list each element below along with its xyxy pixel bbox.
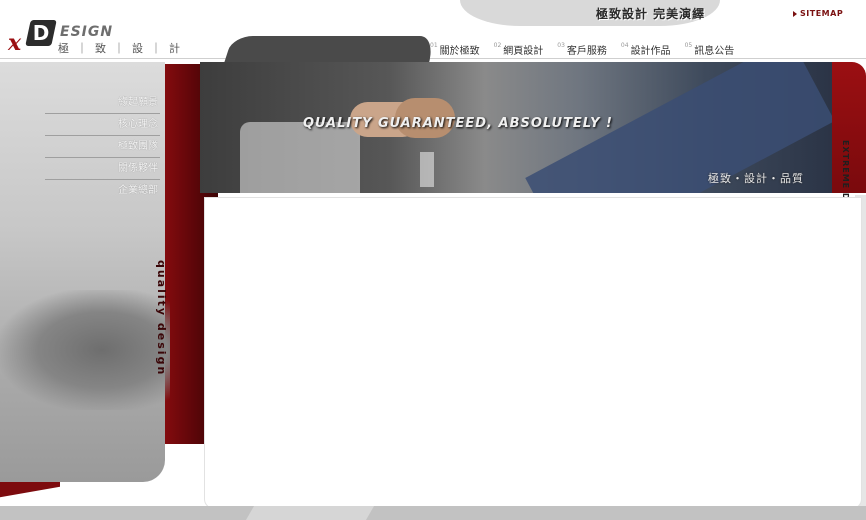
sidebar-item-headquarters[interactable]: 企業總部 — [45, 180, 160, 201]
logo-d: D — [32, 21, 50, 45]
nav-item-label: 設計作品 — [630, 46, 671, 57]
arrow-right-icon — [793, 10, 797, 17]
header-slogan: 極致設計 完美演繹 — [596, 7, 706, 21]
logo-x: x — [8, 30, 22, 56]
nav-item-news[interactable]: 05訊息公告 — [685, 42, 735, 57]
main-nav: 01關於極致 02網頁設計 03客戶服務 04設計作品 05訊息公告 — [430, 42, 734, 57]
brush-decoration — [0, 290, 170, 410]
banner-photo-shape — [240, 122, 360, 193]
logo-mark: D — [25, 20, 57, 46]
nav-item-num: 02 — [493, 42, 502, 49]
logo-subtitle: 極 ｜ 致 ｜ 設 ｜ 計 — [58, 42, 182, 55]
sidebar-menu: 緣起願景 核心理念 極致團隊 關係夥伴 企業總部 — [45, 92, 160, 201]
nav-item-label: 訊息公告 — [694, 46, 735, 57]
footer-swoosh — [245, 506, 375, 520]
nav-item-label: 客戶服務 — [566, 46, 607, 57]
nav-item-num: 01 — [430, 42, 438, 49]
nav-item-service[interactable]: 03客戶服務 — [557, 42, 607, 57]
nav-item-web-design[interactable]: 02網頁設計 — [494, 42, 544, 57]
nav-item-label: 關於極致 — [439, 46, 480, 57]
logo-wordmark: ESIGN — [60, 24, 114, 40]
sidebar-item-team[interactable]: 極致團隊 — [45, 136, 160, 158]
nav-item-works[interactable]: 04設計作品 — [621, 42, 671, 57]
sidebar-item-partners[interactable]: 關係夥伴 — [45, 158, 160, 180]
main-content — [204, 197, 862, 509]
nav-item-num: 04 — [620, 42, 629, 49]
footer-bar — [0, 506, 866, 520]
banner-tagline: QUALITY GUARANTEED, ABSOLUTELY ! — [303, 116, 613, 131]
nav-item-label: 網頁設計 — [503, 46, 544, 57]
sitemap-label: SITEMAP — [800, 9, 844, 18]
nav-item-num: 05 — [684, 42, 693, 49]
nav-item-num: 03 — [557, 42, 565, 49]
sitemap-link[interactable]: SITEMAP — [793, 9, 843, 18]
sidebar-item-philosophy[interactable]: 核心理念 — [45, 114, 160, 136]
banner-subtitle: 極致・設計・品質 — [708, 172, 804, 185]
sidebar-item-vision[interactable]: 緣起願景 — [45, 92, 160, 114]
banner-glass — [420, 152, 434, 187]
sidebar-vertical-text: quality design — [155, 260, 168, 377]
nav-item-about[interactable]: 01關於極致 — [430, 42, 480, 57]
